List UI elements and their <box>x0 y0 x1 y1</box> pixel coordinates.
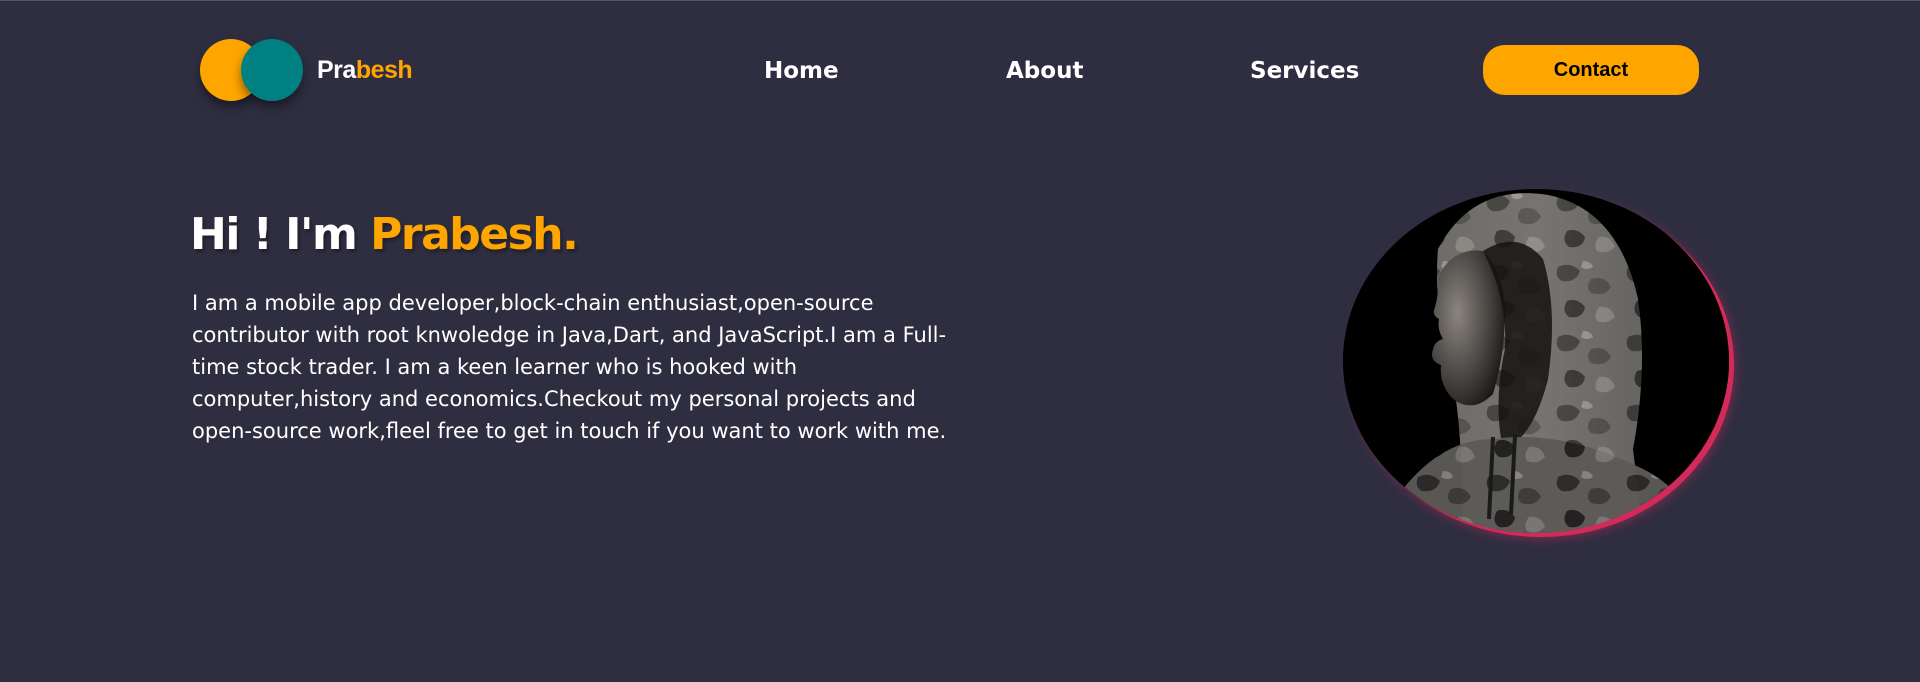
page: Prabesh Home About Services Contact Hi !… <box>0 0 1920 682</box>
nav-about-link[interactable]: About <box>1006 56 1083 86</box>
logo-text[interactable]: Prabesh <box>317 55 413 85</box>
logo-text-second-part: besh <box>355 56 413 84</box>
profile-portrait <box>1343 189 1729 533</box>
contact-button[interactable]: Contact <box>1483 45 1699 95</box>
logo-teal-circle <box>241 39 303 101</box>
logo-text-first-part: Pra <box>317 56 356 84</box>
nav-services-link[interactable]: Services <box>1250 56 1359 86</box>
hero-bio: I am a mobile app developer,block-chain … <box>192 291 947 443</box>
logo[interactable] <box>200 39 310 101</box>
nav-home-link[interactable]: Home <box>764 56 839 86</box>
hero-greeting: Hi ! I'm <box>190 209 371 260</box>
hero-heading: Hi ! I'm Prabesh. <box>190 208 579 262</box>
portrait-illustration <box>1343 189 1729 533</box>
hero-name: Prabesh. <box>370 209 579 260</box>
